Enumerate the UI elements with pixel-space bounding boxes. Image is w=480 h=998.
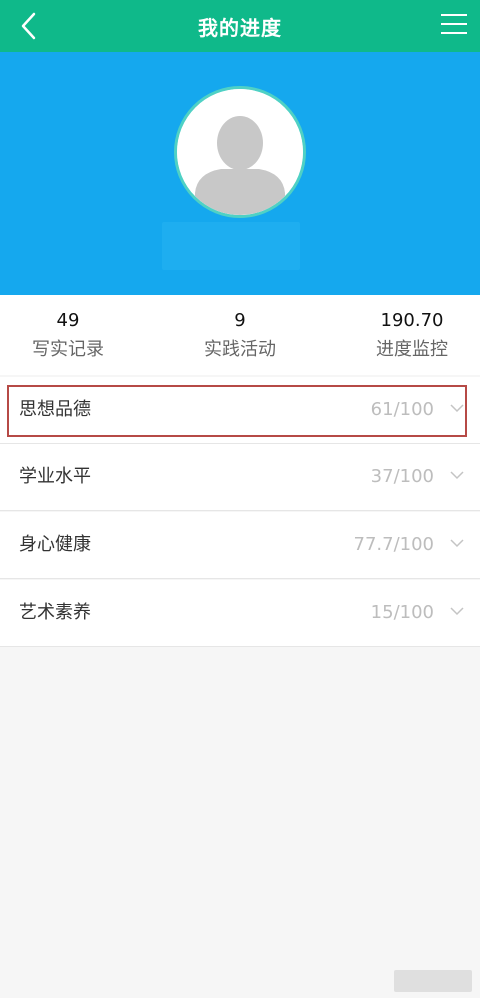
stat-progress[interactable]: 190.70 进度监控 <box>332 309 480 365</box>
category-label: 学业水平 <box>19 466 91 487</box>
stat-label: 实践活动 <box>204 339 276 360</box>
category-score: 61/100 <box>370 399 434 420</box>
category-score: 37/100 <box>370 466 434 487</box>
category-score: 77.7/100 <box>353 534 435 555</box>
category-score: 15/100 <box>370 602 434 623</box>
stat-value: 9 <box>234 310 246 331</box>
chevron-down-icon <box>450 607 464 616</box>
stat-value: 49 <box>56 310 80 331</box>
category-label: 艺术素养 <box>19 602 91 623</box>
stat-records[interactable]: 49 写实记录 <box>0 309 148 365</box>
category-label: 身心健康 <box>19 534 91 555</box>
category-row-art[interactable]: 艺术素养 15/100 <box>0 580 480 647</box>
stat-label: 进度监控 <box>376 339 448 360</box>
stat-value: 190.70 <box>380 310 444 331</box>
stats-bar: 49 写实记录 9 实践活动 190.70 进度监控 <box>0 295 480 375</box>
category-row-health[interactable]: 身心健康 77.7/100 <box>0 512 480 579</box>
watermark <box>394 970 472 992</box>
category-label: 思想品德 <box>19 399 91 420</box>
top-bar: 我的进度 <box>0 0 480 52</box>
stat-label: 写实记录 <box>32 339 104 360</box>
avatar[interactable] <box>174 86 306 218</box>
hamburger-menu-icon[interactable] <box>440 12 468 36</box>
profile-header <box>0 52 480 295</box>
stat-activities[interactable]: 9 实践活动 <box>160 309 320 365</box>
chevron-down-icon <box>450 404 464 413</box>
chevron-down-icon <box>450 539 464 548</box>
category-row-moral[interactable]: 思想品德 61/100 <box>0 377 480 444</box>
user-avatar-icon <box>177 89 303 215</box>
user-name-redacted <box>162 222 300 270</box>
page-title: 我的进度 <box>198 16 282 40</box>
chevron-down-icon <box>450 471 464 480</box>
category-row-academic[interactable]: 学业水平 37/100 <box>0 444 480 511</box>
